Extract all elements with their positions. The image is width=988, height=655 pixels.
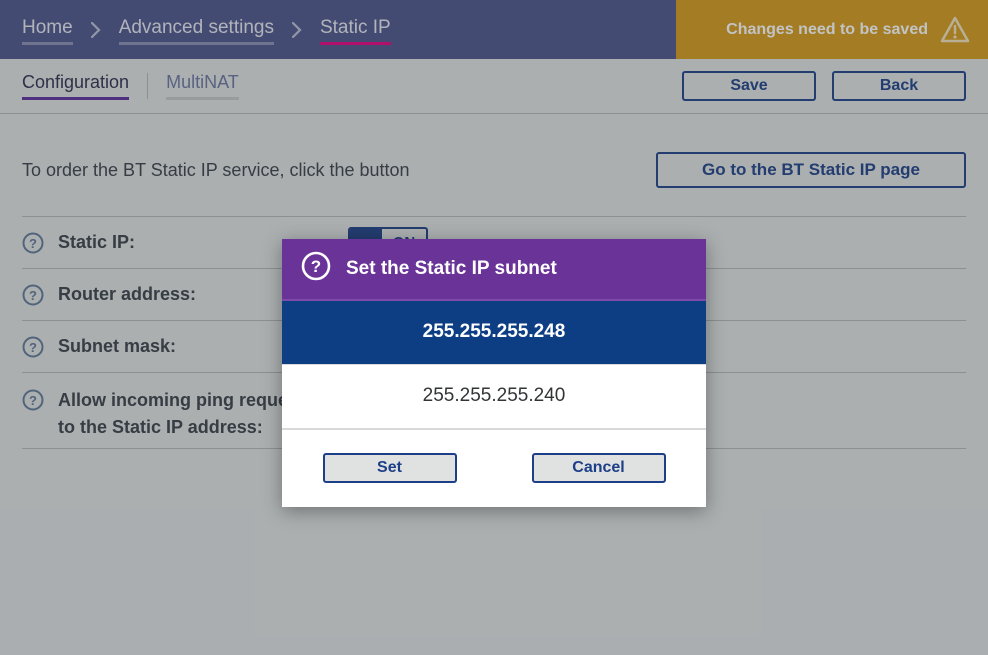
modal-overlay: ? Set the Static IP subnet 255.255.255.2… bbox=[0, 0, 988, 655]
subnet-option-0[interactable]: 255.255.255.248 bbox=[282, 301, 706, 365]
set-button[interactable]: Set bbox=[323, 453, 457, 483]
cancel-button[interactable]: Cancel bbox=[532, 453, 666, 483]
svg-text:?: ? bbox=[311, 257, 321, 276]
subnet-option-1[interactable]: 255.255.255.240 bbox=[282, 365, 706, 429]
modal-footer: Set Cancel bbox=[282, 429, 706, 507]
modal-header: ? Set the Static IP subnet bbox=[282, 239, 706, 301]
help-icon: ? bbox=[300, 250, 332, 287]
modal-title: Set the Static IP subnet bbox=[346, 258, 557, 280]
subnet-modal: ? Set the Static IP subnet 255.255.255.2… bbox=[282, 239, 706, 507]
